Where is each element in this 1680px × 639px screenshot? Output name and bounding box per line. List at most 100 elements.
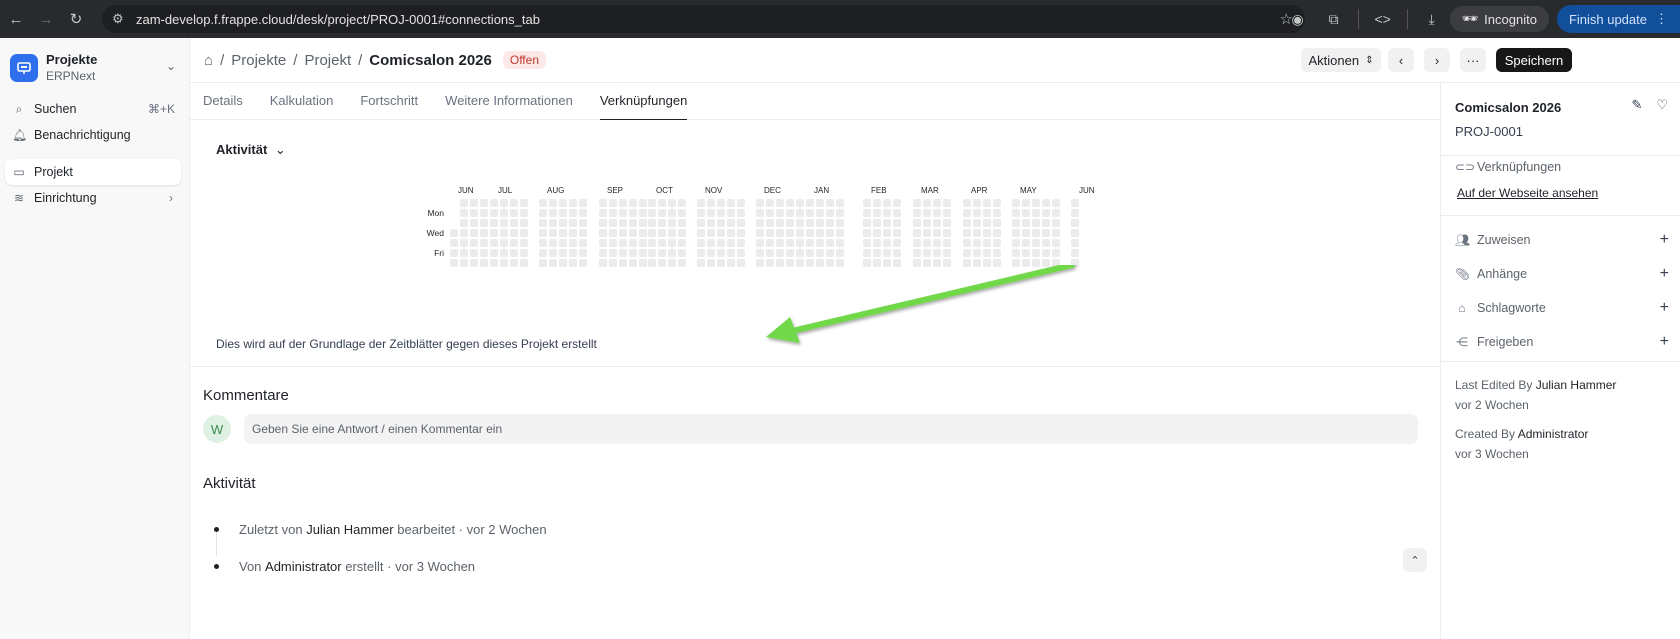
heatmap-cell[interactable] — [737, 249, 745, 257]
heatmap-cell[interactable] — [629, 229, 637, 237]
profile-icon[interactable]: ◉ — [1280, 11, 1316, 28]
heatmap-cell[interactable] — [707, 219, 715, 227]
heatmap-cell[interactable] — [737, 259, 745, 267]
heatmap-cell[interactable] — [609, 259, 617, 267]
heatmap-cell[interactable] — [1052, 199, 1060, 207]
heatmap-cell[interactable] — [836, 209, 844, 217]
heatmap-cell[interactable] — [500, 229, 508, 237]
heatmap-cell[interactable] — [559, 209, 567, 217]
heatmap-cell[interactable] — [609, 219, 617, 227]
heatmap-cell[interactable] — [786, 229, 794, 237]
heatmap-cell[interactable] — [639, 249, 647, 257]
heatmap-cell[interactable] — [470, 249, 478, 257]
heatmap-cell[interactable] — [549, 239, 557, 247]
heatmap-cell[interactable] — [579, 219, 587, 227]
share-row[interactable]: ⋲ Freigeben + — [1455, 333, 1669, 351]
heatmap-cell[interactable] — [806, 199, 814, 207]
heatmap-cell[interactable] — [943, 249, 951, 257]
heatmap-cell[interactable] — [796, 219, 804, 227]
heatmap-cell[interactable] — [500, 209, 508, 217]
heatmap-cell[interactable] — [717, 219, 725, 227]
heatmap-cell[interactable] — [737, 209, 745, 217]
heart-icon[interactable]: ♡ — [1656, 97, 1668, 113]
heatmap-cell[interactable] — [490, 219, 498, 227]
heatmap-cell[interactable] — [520, 209, 528, 217]
heatmap-cell[interactable] — [470, 259, 478, 267]
heatmap-cell[interactable] — [697, 199, 705, 207]
heatmap-cell[interactable] — [943, 209, 951, 217]
heatmap-cell[interactable] — [766, 229, 774, 237]
heatmap-cell[interactable] — [450, 239, 458, 247]
heatmap-cell[interactable] — [559, 229, 567, 237]
heatmap-cell[interactable] — [678, 199, 686, 207]
heatmap-cell[interactable] — [480, 249, 488, 257]
heatmap-cell[interactable] — [727, 239, 735, 247]
heatmap-cell[interactable] — [569, 239, 577, 247]
heatmap-cell[interactable] — [460, 219, 468, 227]
heatmap-cell[interactable] — [796, 209, 804, 217]
heatmap-cell[interactable] — [619, 209, 627, 217]
heatmap-cell[interactable] — [510, 249, 518, 257]
heatmap-cell[interactable] — [1012, 209, 1020, 217]
heatmap-cell[interactable] — [983, 219, 991, 227]
heatmap-cell[interactable] — [539, 259, 547, 267]
heatmap-cell[interactable] — [697, 229, 705, 237]
heatmap-cell[interactable] — [619, 229, 627, 237]
heatmap-cell[interactable] — [883, 209, 891, 217]
heatmap-cell[interactable] — [933, 219, 941, 227]
heatmap-cell[interactable] — [776, 249, 784, 257]
heatmap-cell[interactable] — [1032, 209, 1040, 217]
heatmap-cell[interactable] — [963, 209, 971, 217]
heatmap-cell[interactable] — [1022, 209, 1030, 217]
heatmap-cell[interactable] — [933, 239, 941, 247]
heatmap-cell[interactable] — [963, 239, 971, 247]
heatmap-cell[interactable] — [776, 229, 784, 237]
heatmap-cell[interactable] — [1032, 239, 1040, 247]
heatmap-cell[interactable] — [539, 249, 547, 257]
heatmap-cell[interactable] — [806, 249, 814, 257]
heatmap-cell[interactable] — [776, 219, 784, 227]
site-settings-icon[interactable]: ⚙ — [112, 11, 124, 27]
heatmap-cell[interactable] — [658, 219, 666, 227]
heatmap-cell[interactable] — [826, 229, 834, 237]
heatmap-cell[interactable] — [549, 259, 557, 267]
heatmap-cell[interactable] — [737, 219, 745, 227]
heatmap-cell[interactable] — [1012, 239, 1020, 247]
heatmap-cell[interactable] — [826, 199, 834, 207]
heatmap-cell[interactable] — [923, 229, 931, 237]
heatmap-cell[interactable] — [923, 209, 931, 217]
heatmap-cell[interactable] — [1042, 229, 1050, 237]
heatmap-cell[interactable] — [796, 249, 804, 257]
heatmap-cell[interactable] — [873, 249, 881, 257]
heatmap-cell[interactable] — [658, 209, 666, 217]
heatmap-cell[interactable] — [460, 239, 468, 247]
heatmap-cell[interactable] — [1071, 249, 1079, 257]
heatmap-cell[interactable] — [796, 229, 804, 237]
more-actions-button[interactable]: ··· — [1460, 48, 1486, 72]
heatmap-cell[interactable] — [826, 239, 834, 247]
heatmap-cell[interactable] — [737, 229, 745, 237]
heatmap-cell[interactable] — [648, 249, 656, 257]
heatmap-cell[interactable] — [629, 239, 637, 247]
add-share-icon[interactable]: + — [1660, 333, 1669, 351]
breadcrumb-item[interactable]: Projekte — [231, 52, 286, 69]
heatmap-cell[interactable] — [1042, 239, 1050, 247]
heatmap-cell[interactable] — [756, 209, 764, 217]
heatmap-cell[interactable] — [678, 209, 686, 217]
heatmap-cell[interactable] — [717, 259, 725, 267]
heatmap-cell[interactable] — [697, 239, 705, 247]
tab-weitere-informationen[interactable]: Weitere Informationen — [445, 83, 573, 120]
heatmap-cell[interactable] — [639, 199, 647, 207]
heatmap-cell[interactable] — [1042, 199, 1050, 207]
heatmap-cell[interactable] — [520, 199, 528, 207]
heatmap-cell[interactable] — [569, 249, 577, 257]
incognito-indicator[interactable]: 🕶 Incognito — [1449, 6, 1549, 32]
heatmap-cell[interactable] — [500, 239, 508, 247]
heatmap-cell[interactable] — [893, 229, 901, 237]
heatmap-cell[interactable] — [697, 219, 705, 227]
scroll-to-top-button[interactable]: ⌃ — [1403, 548, 1427, 572]
heatmap-cell[interactable] — [973, 229, 981, 237]
heatmap-cell[interactable] — [510, 219, 518, 227]
created-user[interactable]: Administrator — [1518, 427, 1589, 441]
heatmap-cell[interactable] — [993, 239, 1001, 247]
